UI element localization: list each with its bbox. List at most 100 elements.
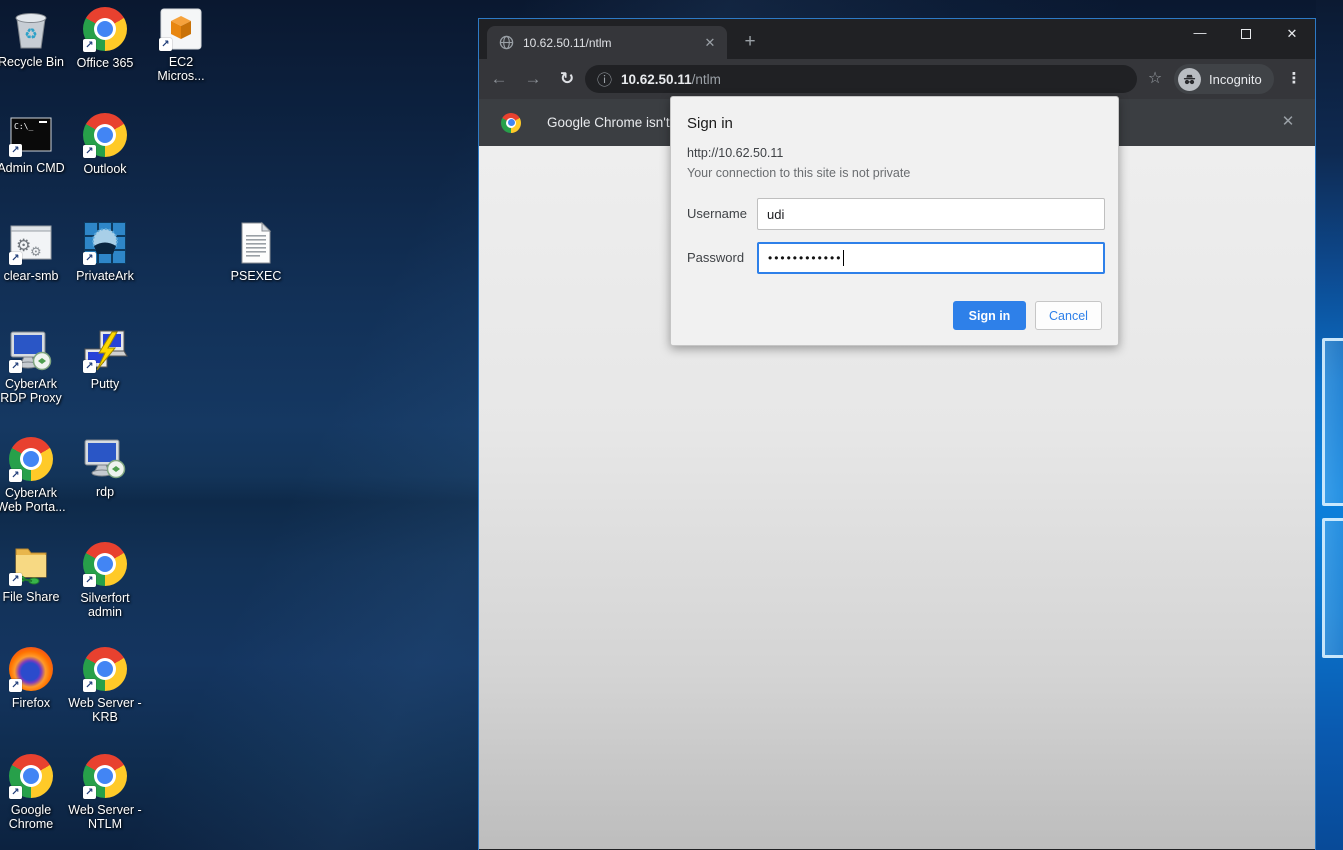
wallpaper-windows-logo [1316,0,1343,850]
desktop-icon-label: Office 365 [62,56,148,70]
globe-favicon-icon [499,35,514,50]
password-masked-value: •••••••••••• [768,251,842,265]
windows-logo-pane [1322,518,1343,658]
username-field[interactable]: udi [757,198,1105,230]
tab-active[interactable]: 10.62.50.11/ntlm ✕ [487,26,727,59]
dialog-site-url: http://10.62.50.11 [687,146,783,160]
password-field[interactable]: •••••••••••• [757,242,1105,274]
svg-text:⚙: ⚙ [30,244,42,259]
chrome-logo-icon [501,113,521,133]
tab-strip: 10.62.50.11/ntlm ✕ + — ✕ [479,19,1315,59]
username-value: udi [767,207,784,222]
chrome-shortcut-icon: ↗ [82,542,128,588]
tab-title: 10.62.50.11/ntlm [523,36,701,50]
desktop-icon-label: Putty [62,377,148,391]
chrome-shortcut-icon: ↗ [8,437,54,483]
username-label: Username [687,206,747,221]
shortcut-arrow-icon: ↗ [9,469,22,482]
shared-folder-icon: ↗ [8,541,54,587]
desktop-icon-label: Web Server - NTLM [62,803,148,831]
desktop-icon-label: Silverfort admin [62,591,148,619]
gears-window-icon: ⚙ ⚙ ↗ [8,220,54,266]
desktop-icon-office-365[interactable]: ↗ Office 365 [62,6,148,70]
desktop-icon-label: EC2 Micros... [138,55,224,83]
chrome-shortcut-icon: ↗ [82,754,128,800]
url-path: /ntlm [692,72,721,87]
shortcut-arrow-icon: ↗ [9,360,22,373]
windows-logo-pane [1322,338,1343,506]
shortcut-arrow-icon: ↗ [83,39,96,52]
shortcut-arrow-icon: ↗ [9,573,22,586]
desktop-icon-label: rdp [62,485,148,499]
desktop-icon-label: PSEXEC [213,269,299,283]
chrome-shortcut-icon: ↗ [8,754,54,800]
window-close-button[interactable]: ✕ [1269,19,1315,49]
svg-text:C:\_: C:\_ [14,122,33,131]
window-maximize-button[interactable] [1223,19,1269,49]
signin-dialog: Sign in http://10.62.50.11 Your connecti… [670,96,1119,346]
desktop-icon-psexec[interactable]: PSEXEC [213,220,299,283]
desktop-icon-rdp[interactable]: rdp [62,436,148,499]
incognito-icon [1178,68,1201,91]
address-bar[interactable]: ⓘ 10.62.50.11/ntlm [585,65,1137,93]
cmd-icon: C:\_ ↗ [8,112,54,158]
page-info-icon[interactable]: ⓘ [597,69,612,90]
ec2-icon: ↗ [158,6,204,52]
rdp-monitor-icon: ↗ [8,328,54,374]
forward-button[interactable]: → [519,65,547,93]
shortcut-arrow-icon: ↗ [83,360,96,373]
text-caret [843,250,844,266]
chrome-shortcut-icon: ↗ [82,7,128,53]
desktop-icon-web-server-krb[interactable]: ↗ Web Server - KRB [62,646,148,724]
back-button[interactable]: ← [485,65,513,93]
desktop-icon-web-server-ntlm[interactable]: ↗ Web Server - NTLM [62,753,148,831]
incognito-label: Incognito [1209,72,1262,87]
shortcut-arrow-icon: ↗ [83,574,96,587]
shortcut-arrow-icon: ↗ [83,679,96,692]
close-icon: ✕ [1287,26,1298,42]
cancel-button[interactable]: Cancel [1035,301,1102,330]
dialog-title: Sign in [687,115,733,132]
maximize-icon [1241,29,1251,39]
desktop-icon-label: PrivateArk [62,269,148,283]
recycle-bin-icon: ♻ [8,6,54,52]
chrome-menu-icon[interactable]: ⋮ [1281,66,1307,92]
url-host: 10.62.50.11 [621,72,692,87]
svg-text:♻: ♻ [24,26,37,43]
signin-button[interactable]: Sign in [953,301,1026,330]
chrome-shortcut-icon: ↗ [82,113,128,159]
privateark-icon: ↗ [82,220,128,266]
shortcut-arrow-icon: ↗ [159,38,172,51]
shortcut-arrow-icon: ↗ [9,679,22,692]
desktop-icon-label: Web Server - KRB [62,696,148,724]
shortcut-arrow-icon: ↗ [83,145,96,158]
document-icon [233,220,279,266]
incognito-badge: Incognito [1174,64,1274,94]
desktop-icon-putty[interactable]: ↗ Putty [62,328,148,391]
shortcut-arrow-icon: ↗ [9,786,22,799]
password-label: Password [687,250,744,265]
chrome-shortcut-icon: ↗ [82,647,128,693]
browser-toolbar: ← → ↻ ⓘ 10.62.50.11/ntlm ☆ Incognito ⋮ [479,59,1315,99]
minimize-icon: — [1194,25,1207,40]
chrome-window: 10.62.50.11/ntlm ✕ + — ✕ ← → ↻ ⓘ 10.62.5… [478,18,1316,850]
desktop-icon-silverfort-admin[interactable]: ↗ Silverfort admin [62,541,148,619]
desktop-icon-outlook[interactable]: ↗ Outlook [62,112,148,176]
dialog-warning-text: Your connection to this site is not priv… [687,166,910,180]
tab-close-icon[interactable]: ✕ [701,34,719,52]
window-minimize-button[interactable]: — [1177,19,1223,49]
shortcut-arrow-icon: ↗ [83,252,96,265]
desktop-icon-privateark[interactable]: ↗ PrivateArk [62,220,148,283]
new-tab-button[interactable]: + [737,29,763,55]
reload-button[interactable]: ↻ [553,65,581,93]
rdp-monitor-icon [82,436,128,482]
infobar-close-icon[interactable]: ✕ [1277,111,1299,133]
shortcut-arrow-icon: ↗ [9,252,22,265]
desktop-icon-ec2[interactable]: ↗ EC2 Micros... [138,6,224,83]
desktop-icon-label: Outlook [62,162,148,176]
firefox-icon: ↗ [8,647,54,693]
bookmark-star-icon[interactable]: ☆ [1142,66,1168,92]
shortcut-arrow-icon: ↗ [83,786,96,799]
putty-icon: ↗ [82,328,128,374]
shortcut-arrow-icon: ↗ [9,144,22,157]
